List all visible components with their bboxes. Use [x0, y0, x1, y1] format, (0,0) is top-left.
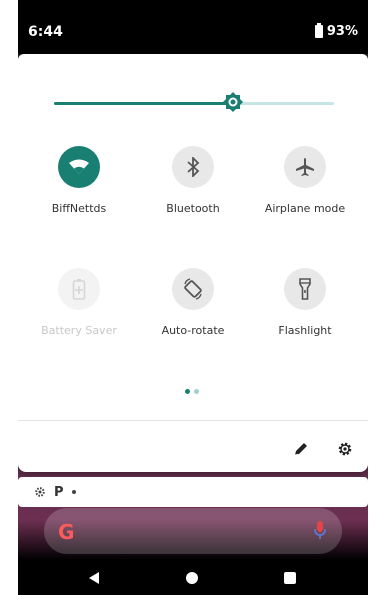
recent-apps-button[interactable] [284, 572, 296, 584]
tile-label: Auto-rotate [161, 324, 225, 337]
settings-button[interactable] [334, 438, 356, 460]
flashlight-tile-button[interactable] [284, 268, 326, 310]
airplane-tile-button[interactable] [284, 146, 326, 188]
quick-settings-panel: BiffNettds Bluetooth Airplane mode Batte… [18, 54, 368, 472]
page-dot [194, 389, 199, 394]
gear-icon [35, 487, 45, 497]
microphone-icon[interactable] [314, 520, 326, 540]
home-button[interactable] [186, 572, 198, 584]
bluetooth-icon [187, 157, 200, 177]
battery-saver-icon [72, 279, 86, 300]
brightness-thumb[interactable] [222, 91, 244, 113]
google-search-bar[interactable]: G [44, 508, 342, 554]
tile-label: Bluetooth [166, 202, 220, 215]
page-dot [185, 389, 190, 394]
pencil-icon [294, 443, 307, 456]
status-bar: 6:44 93% [18, 0, 368, 54]
brightness-slider[interactable] [54, 92, 334, 112]
edit-button[interactable] [290, 438, 312, 460]
status-time: 6:44 [28, 24, 63, 40]
battery-saver-tile-button[interactable] [58, 268, 100, 310]
tile-label: Battery Saver [41, 324, 117, 337]
battery-percent: 93% [326, 24, 358, 39]
flashlight-icon [299, 278, 311, 300]
navigation-bar [18, 560, 368, 595]
tile-wifi[interactable]: BiffNettds [24, 146, 134, 215]
battery-status: 93% [314, 23, 358, 39]
tile-bluetooth[interactable]: Bluetooth [138, 146, 248, 215]
tile-airplane[interactable]: Airplane mode [250, 146, 360, 215]
bluetooth-tile-button[interactable] [172, 146, 214, 188]
airplane-icon [296, 158, 314, 176]
auto-rotate-tile-button[interactable] [172, 268, 214, 310]
gear-icon [338, 442, 352, 456]
app-icon-p: P [54, 484, 64, 500]
brightness-icon [223, 92, 244, 112]
auto-rotate-icon [184, 278, 202, 300]
battery-icon [314, 23, 323, 38]
tile-label: Airplane mode [264, 202, 346, 215]
brightness-fill [54, 102, 234, 105]
tile-flashlight[interactable]: Flashlight [250, 268, 360, 337]
tile-auto-rotate[interactable]: Auto-rotate [138, 268, 248, 337]
notification-shelf[interactable]: P [18, 477, 368, 507]
tile-battery-saver[interactable]: Battery Saver [24, 268, 134, 337]
tile-label: Flashlight [278, 324, 332, 337]
divider [18, 420, 368, 421]
back-icon[interactable] [88, 571, 100, 585]
wifi-icon [69, 159, 89, 174]
phone-screen: 6:44 93% BiffNettds Bluetooth Airplane m… [18, 0, 368, 595]
page-indicator [185, 389, 199, 394]
google-logo: G [58, 520, 75, 544]
wifi-tile-button[interactable] [58, 146, 100, 188]
more-notifications-dot [71, 490, 76, 494]
tile-label: BiffNettds [51, 202, 107, 215]
